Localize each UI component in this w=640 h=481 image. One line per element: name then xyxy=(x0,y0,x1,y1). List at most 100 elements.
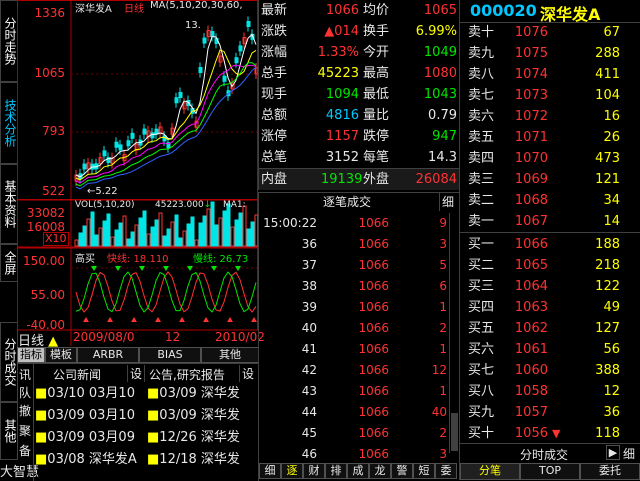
tab-other-indicators[interactable]: 其他 xyxy=(201,347,259,363)
ask-row[interactable]: 卖二 1068 34 xyxy=(460,190,635,211)
tick-bottom-tab[interactable]: 逐 xyxy=(281,463,303,479)
tick-detail-button[interactable]: 细 xyxy=(439,193,454,211)
tick-scroll-thumb[interactable] xyxy=(451,413,458,451)
news-item[interactable]: ■03/09 03月10 xyxy=(35,406,145,426)
volume-bar xyxy=(210,201,215,247)
ask-row[interactable]: 卖七 1073 104 xyxy=(460,85,635,106)
tab-technical[interactable]: 技术分析 xyxy=(0,82,18,164)
announcement-item[interactable]: ■03/09 深华发 xyxy=(147,406,257,426)
tab-template[interactable]: 模板 xyxy=(45,347,77,363)
bid-row[interactable]: 买三 1064 122 xyxy=(460,276,635,297)
bid-row[interactable]: 买二 1065 218 xyxy=(460,255,635,276)
level-volume: 288 xyxy=(595,46,620,61)
bid-row[interactable]: 买八 1058 12 xyxy=(460,381,635,402)
company-news-title: 公司新闻 xyxy=(53,368,102,382)
volume-bar xyxy=(130,231,135,247)
footer-detail-button[interactable]: 细 xyxy=(623,445,635,462)
news-item[interactable]: ■03/08 深华发A xyxy=(35,450,145,470)
ask-row[interactable]: 卖六 1072 16 xyxy=(460,106,635,127)
level-price: 1073 xyxy=(514,88,548,103)
tab-fullscreen[interactable]: 全屏 xyxy=(0,244,18,282)
ask-row[interactable]: 卖五 1071 26 xyxy=(460,127,635,148)
tab-fundamentals[interactable]: 基本资料 xyxy=(0,164,18,244)
bid-row[interactable]: 买六 1061 56 xyxy=(460,339,635,360)
left-tab-bar: 分时走势 技术分析 基本资料 全屏 分时成交 其他 xyxy=(0,0,18,480)
news-item[interactable]: ■03/10 03月10 xyxy=(35,384,145,404)
kline-panel[interactable]: 深华发A 日线 MA(5,10,20,30,60, 1336 1065 793 … xyxy=(17,0,265,349)
ask-row[interactable]: 卖三 1069 121 xyxy=(460,169,635,190)
level-label: 卖五 xyxy=(468,130,495,145)
volume-bar xyxy=(182,230,187,247)
tick-row: 40 1066 2 xyxy=(259,318,449,339)
tick-price: 1066 xyxy=(358,405,389,419)
volume-bar xyxy=(226,203,231,247)
tab-indicator[interactable]: 指标 xyxy=(17,347,45,363)
announcement-item[interactable]: ■12/18 深华发 xyxy=(147,450,257,470)
tick-bottom-tab[interactable]: 警 xyxy=(391,463,413,479)
bid-row[interactable]: 买九 1057 36 xyxy=(460,402,635,423)
sell-signal-icon xyxy=(139,266,145,271)
moving-averages xyxy=(75,33,257,190)
tick-bottom-tab[interactable]: 短 xyxy=(413,463,435,479)
news-side-tab-3[interactable]: 撤 xyxy=(19,402,31,419)
tab-ticks[interactable]: 分笔 xyxy=(460,463,520,480)
tab-top[interactable]: TOP xyxy=(520,463,580,480)
tick-bottom-tab[interactable]: 排 xyxy=(325,463,347,479)
level-label: 卖九 xyxy=(468,46,495,61)
announcements-settings[interactable]: 设 xyxy=(239,365,256,382)
tick-time: 38 xyxy=(301,279,317,293)
tick-scrollbar[interactable] xyxy=(449,213,459,453)
vol-axis-top: 33082 xyxy=(26,206,65,220)
book-divider xyxy=(460,232,640,233)
level-price: 1065 xyxy=(514,258,548,273)
ask-row[interactable]: 卖九 1075 288 xyxy=(460,43,635,64)
bid-row[interactable]: 买五 1062 127 xyxy=(460,318,635,339)
tab-arbr[interactable]: ARBR xyxy=(77,347,139,363)
level-volume: 104 xyxy=(595,88,620,103)
news-side-tab-2[interactable]: 队 xyxy=(19,384,31,401)
quote-label: 跌停 xyxy=(363,129,390,144)
indicator-lines xyxy=(75,266,257,322)
quote-row: 涨跌 ▲014 换手 6.99% xyxy=(259,21,459,42)
tab-intraday-trades[interactable]: 分时成交 xyxy=(0,322,18,402)
announcement-item[interactable]: ■12/26 深华发 xyxy=(147,428,257,448)
news-side-tab-5[interactable]: 备 xyxy=(19,442,31,459)
tick-bottom-tab[interactable]: 成 xyxy=(347,463,369,479)
tick-price: 1066 xyxy=(358,300,389,314)
ask-row[interactable]: 卖十 1076 67 xyxy=(460,22,635,43)
bid-row[interactable]: 买四 1063 49 xyxy=(460,297,635,318)
tab-bias[interactable]: BIAS xyxy=(139,347,201,363)
quote-value: 0.79 xyxy=(428,108,457,123)
tab-orders[interactable]: 委托 xyxy=(580,463,640,480)
tab-intraday[interactable]: 分时走势 xyxy=(0,0,18,82)
bid-row[interactable]: 买十 1056 ▼ 118 xyxy=(460,423,635,444)
announcement-item[interactable]: ■03/09 深华发 xyxy=(147,384,257,404)
volume-bar xyxy=(194,239,199,247)
volume-bar xyxy=(158,212,163,247)
news-side-tab-1[interactable]: 讯 xyxy=(19,366,31,383)
news-item[interactable]: ■03/09 03月09 xyxy=(35,428,145,448)
ask-row[interactable]: 卖一 1067 14 xyxy=(460,211,635,232)
tick-bottom-tab[interactable]: 龙 xyxy=(369,463,391,479)
tick-bottom-tab[interactable]: 委 xyxy=(435,463,457,479)
candle-body xyxy=(102,150,107,157)
quote-label: 涨停 xyxy=(261,129,288,144)
quote-value: 947 xyxy=(432,129,457,144)
volume-bar xyxy=(126,238,131,247)
bid-row[interactable]: 买七 1060 388 xyxy=(460,360,635,381)
level-volume: 34 xyxy=(603,193,620,208)
tick-price: 1066 xyxy=(358,447,389,461)
ask-row[interactable]: 卖八 1074 411 xyxy=(460,64,635,85)
tick-time: 46 xyxy=(301,447,317,461)
tick-bottom-tab[interactable]: 财 xyxy=(303,463,325,479)
tick-bottom-tab[interactable]: 细 xyxy=(259,463,281,479)
news-side-tab-4[interactable]: 聚 xyxy=(19,422,31,439)
bid-row[interactable]: 买一 1066 188 xyxy=(460,234,635,255)
level-volume: 14 xyxy=(603,214,620,229)
level-price: 1064 xyxy=(514,279,548,294)
tab-other[interactable]: 其他 xyxy=(0,402,18,460)
company-news-settings[interactable]: 设 xyxy=(127,365,146,382)
ask-row[interactable]: 卖四 1070 473 xyxy=(460,148,635,169)
next-arrow-icon[interactable]: ▶ xyxy=(606,445,620,460)
level-label: 卖七 xyxy=(468,88,495,103)
